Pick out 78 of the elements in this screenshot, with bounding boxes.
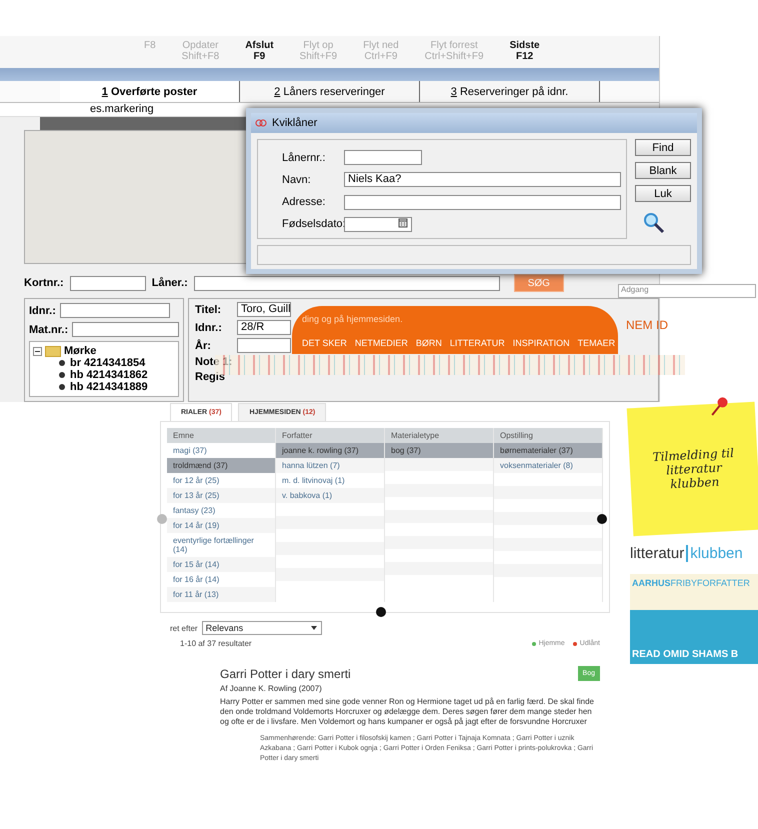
sort-label: ret efter: [170, 624, 198, 632]
nav-link[interactable]: TEMAER: [578, 338, 616, 348]
field-label: Kortnr.:: [24, 277, 64, 290]
tree-item[interactable]: hb 4214341889: [70, 381, 148, 394]
facet-link[interactable]: v. babkova (1): [276, 488, 384, 503]
input-field[interactable]: [60, 303, 170, 318]
field-label: Adresse:: [282, 196, 326, 208]
facet-link[interactable]: troldmænd (37): [167, 458, 275, 473]
app-icon: [255, 117, 267, 129]
nav-link[interactable]: DET SKER: [302, 338, 347, 348]
facet-link[interactable]: for 13 år (25): [167, 488, 275, 503]
field-label: Regis: [195, 371, 226, 384]
field-label: Mat.nr.:: [29, 324, 68, 336]
note-text: Tilmelding til litteratur klubben: [651, 446, 736, 492]
caret-icon: [310, 626, 317, 630]
bullet-icon: [59, 372, 65, 378]
result-title[interactable]: Garri Potter i dary smerti: [220, 666, 351, 680]
nav-link[interactable]: NETMEDIER: [354, 338, 408, 348]
result-count: 1-10 af 37 resultater: [180, 639, 252, 648]
field-label: Idnr.:: [195, 322, 223, 334]
input-field[interactable]: [237, 338, 291, 354]
nav-link[interactable]: BØRN: [416, 338, 442, 348]
tab[interactable]: 2 Låners reserveringer: [240, 81, 420, 102]
date-field[interactable]: [344, 216, 412, 232]
tab[interactable]: 1 Overførte poster: [60, 81, 240, 102]
tree-item[interactable]: br 4214341854: [70, 357, 146, 370]
dropdown[interactable]: Adgang: [618, 284, 756, 298]
bullet-icon: [59, 384, 65, 390]
toolbar-button[interactable]: Afslut F9: [241, 40, 278, 64]
facet-link[interactable]: joanne k. rowling (37): [276, 443, 384, 458]
login-link[interactable]: NEM ID: [626, 318, 668, 332]
result-description: Harry Potter er sammen med sine gode venner Ron og Hermione taget ud på en farlig færd. De skal finde den onde troldmand Voldemorts Horcruxer og ødelægge dem. Deres søgen fører dem mange steder hen og ofte er de i livsfare. Men Voldemort og hans kumpaner er også på jagt efter de forsvundne Horcruxer: [220, 697, 595, 727]
column-header: Materialetype: [385, 428, 493, 443]
facet-link[interactable]: for 14 år (19): [167, 518, 275, 533]
window-title: Kviklåner: [272, 117, 318, 129]
facet-link[interactable]: bog (37): [385, 443, 493, 458]
facet-link[interactable]: for 15 år (14): [167, 557, 275, 572]
toolbar-button[interactable]: Sidste F12: [506, 40, 544, 64]
input-field[interactable]: 28/R: [237, 320, 291, 336]
input-field[interactable]: [344, 150, 422, 166]
facet-link[interactable]: hanna lützen (7): [276, 458, 384, 473]
result-byline: Af Joanne K. Rowling (2007): [220, 684, 323, 694]
facet-link[interactable]: børnematerialer (37): [494, 443, 602, 458]
field-label: Note 1:: [195, 356, 232, 368]
field-label: Titel:: [195, 304, 222, 316]
club-logo[interactable]: litteratur klubben: [630, 545, 758, 562]
tab[interactable]: 3 Reserveringer på idnr.: [420, 81, 600, 102]
facet-link[interactable]: voksenmaterialer (8): [494, 458, 602, 473]
field-label: Navn:: [282, 174, 312, 186]
nav-link[interactable]: LITTERATUR: [450, 338, 505, 348]
search-icon: [643, 212, 665, 234]
dialog-button[interactable]: Luk: [635, 185, 691, 202]
dialog-button[interactable]: Blank: [635, 162, 691, 179]
tree-item[interactable]: Mørke: [64, 345, 96, 358]
field-label: Lånernr.:: [282, 152, 326, 164]
field-label: Idnr.:: [29, 304, 56, 317]
field-label: År:: [195, 340, 212, 352]
column-header: Forfatter: [276, 428, 384, 443]
folder-icon: [45, 346, 61, 357]
input-field[interactable]: Toro, Guill: [237, 302, 291, 318]
header-text: ding og på hjemmesiden.: [302, 314, 404, 324]
calendar-icon[interactable]: [398, 218, 408, 228]
collapse-toggle-icon[interactable]: [33, 346, 42, 356]
field-label: Fødselsdato:: [282, 218, 344, 230]
facet-link[interactable]: for 11 år (13): [167, 587, 275, 602]
field-label: Låner.:: [152, 277, 188, 290]
column-header: Emne: [167, 428, 275, 443]
column-header: Opstilling: [494, 428, 602, 443]
sort-dropdown[interactable]: Relevans: [202, 621, 322, 635]
input-field[interactable]: [344, 194, 621, 210]
bullet-icon: [59, 360, 65, 366]
input-field[interactable]: [70, 276, 146, 291]
tree-item[interactable]: hb 4214341862: [70, 369, 148, 382]
nav-link[interactable]: INSPIRATION: [512, 338, 570, 348]
input-field[interactable]: [72, 322, 179, 338]
dialog-button[interactable]: Find: [635, 139, 691, 156]
input-field[interactable]: [194, 276, 500, 291]
input-field[interactable]: Niels Kaa?: [344, 172, 621, 188]
